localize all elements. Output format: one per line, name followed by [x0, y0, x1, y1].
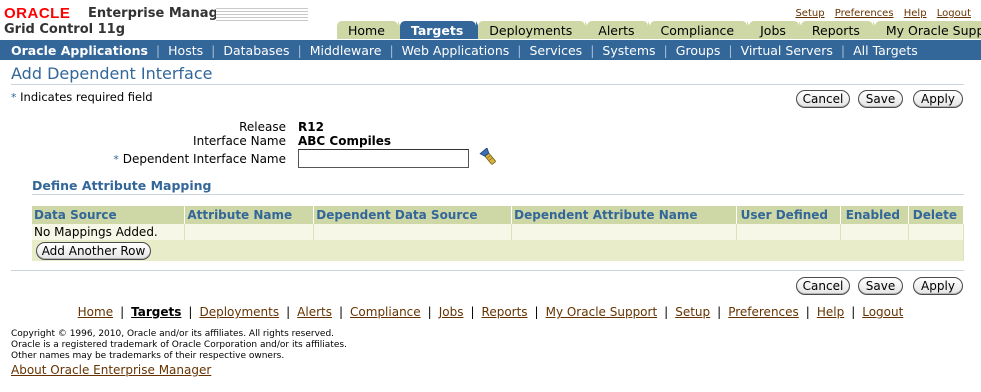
tab-reports[interactable]: Reports	[800, 21, 881, 39]
table-row: No Mappings Added.	[32, 224, 965, 240]
col-dependent-attribute-name: Dependent Attribute Name	[511, 206, 737, 224]
release-value: R12	[298, 120, 324, 134]
footer-link-reports[interactable]: Reports	[482, 305, 528, 319]
title-divider	[11, 84, 964, 85]
footer-link-help[interactable]: Help	[817, 305, 844, 319]
footer-link-preferences[interactable]: Preferences	[728, 305, 799, 319]
required-note: * Indicates required field	[11, 90, 153, 104]
interface-name-value: ABC Compiles	[298, 134, 392, 148]
col-dependent-data-source: Dependent Data Source	[313, 206, 513, 224]
footer-links: Home | Targets | Deployments | Alerts | Complian…	[77, 305, 904, 319]
col-attribute-name: Attribute Name	[184, 206, 315, 224]
about-link[interactable]: About Oracle Enterprise Manager	[11, 363, 211, 377]
cancel-button-bottom[interactable]: Cancel	[796, 277, 850, 295]
subnav-databases[interactable]: Databases	[223, 43, 289, 58]
col-data-source: Data Source	[32, 206, 186, 224]
product-name: Enterprise Manager	[88, 6, 234, 21]
col-user-defined: User Defined	[736, 206, 841, 224]
subnav-hosts[interactable]: Hosts	[168, 43, 203, 58]
subnav-systems[interactable]: Systems	[602, 43, 655, 58]
global-link-logout[interactable]: Logout	[937, 8, 971, 19]
dependent-interface-name-input[interactable]	[298, 149, 469, 168]
footer-link-home[interactable]: Home	[78, 305, 113, 319]
interface-name-label: Interface Name	[193, 134, 286, 148]
trademark-line: Oracle is a registered trademark of Orac…	[11, 340, 347, 350]
footer-link-my-oracle-support[interactable]: My Oracle Support	[546, 305, 658, 319]
footer-link-targets[interactable]: Targets	[131, 305, 181, 319]
tab-compliance[interactable]: Compliance	[649, 21, 755, 39]
flashlight-search-icon[interactable]	[479, 147, 499, 168]
oracle-logo: ORACLE	[4, 5, 71, 22]
empty-message: No Mappings Added.	[32, 224, 186, 240]
save-button-top[interactable]: Save	[858, 90, 903, 108]
subnav-virtual-servers[interactable]: Virtual Servers	[741, 43, 833, 58]
bottom-divider	[11, 270, 964, 271]
footer-link-compliance[interactable]: Compliance	[350, 305, 421, 319]
required-star-icon: *	[113, 153, 119, 166]
table-footer-row: Add Another Row	[32, 240, 964, 261]
main-tabs: Home Targets Deployments Alerts Complian…	[337, 21, 981, 39]
tab-alerts[interactable]: Alerts	[587, 21, 656, 39]
apply-button-bottom[interactable]: Apply	[913, 277, 963, 295]
copyright-block: Copyright © 1996, 2010, Oracle and/or it…	[11, 329, 347, 362]
tab-deployments[interactable]: Deployments	[478, 21, 594, 39]
save-button-bottom[interactable]: Save	[858, 277, 903, 295]
brand-decoration	[216, 8, 308, 22]
subnav-middleware[interactable]: Middleware	[310, 43, 382, 58]
subnav-groups[interactable]: Groups	[676, 43, 721, 58]
footer-link-setup[interactable]: Setup	[675, 305, 710, 319]
global-link-help[interactable]: Help	[904, 8, 927, 19]
attribute-mapping-table: Data Source Attribute Name Dependent Dat…	[32, 206, 965, 261]
footer-link-jobs[interactable]: Jobs	[439, 305, 464, 319]
dependent-interface-label: * Dependent Interface Name	[100, 152, 286, 166]
required-star-icon: *	[11, 91, 17, 104]
subnav-oracle-applications[interactable]: Oracle Applications	[11, 43, 148, 58]
global-link-preferences[interactable]: Preferences	[835, 8, 894, 19]
table-header-row: Data Source Attribute Name Dependent Dat…	[32, 206, 965, 224]
add-another-row-button[interactable]: Add Another Row	[36, 241, 151, 260]
tab-jobs[interactable]: Jobs	[749, 21, 807, 39]
subnav-services[interactable]: Services	[529, 43, 582, 58]
global-link-setup[interactable]: Setup	[795, 8, 824, 19]
subnav-web-applications[interactable]: Web Applications	[402, 43, 510, 58]
tab-my-oracle-support[interactable]: My Oracle Support	[874, 21, 981, 39]
col-enabled: Enabled	[840, 206, 909, 224]
product-subtitle: Grid Control 11g	[4, 22, 126, 37]
section-divider	[32, 194, 964, 195]
cancel-button-top[interactable]: Cancel	[796, 90, 850, 108]
attribute-mapping-heading: Define Attribute Mapping	[32, 178, 212, 193]
dependent-interface-label-text: Dependent Interface Name	[122, 152, 286, 166]
subnav-all-targets[interactable]: All Targets	[853, 43, 918, 58]
footer-link-logout[interactable]: Logout	[862, 305, 903, 319]
footer-link-alerts[interactable]: Alerts	[297, 305, 332, 319]
footer-link-deployments[interactable]: Deployments	[199, 305, 279, 319]
tab-targets[interactable]: Targets	[399, 21, 485, 39]
tab-home[interactable]: Home	[337, 21, 406, 39]
apply-button-top[interactable]: Apply	[913, 90, 963, 108]
global-links: Setup Preferences Help Logout	[788, 8, 971, 19]
page-title: Add Dependent Interface	[11, 64, 213, 83]
subnav-bar: Oracle Applications | Hosts | Databases | M…	[0, 40, 981, 60]
required-note-text: Indicates required field	[20, 90, 153, 104]
col-delete: Delete	[908, 206, 965, 224]
copyright-line: Copyright © 1996, 2010, Oracle and/or it…	[11, 329, 335, 339]
release-label: Release	[239, 120, 286, 134]
trademark-other-line: Other names may be trademarks of their r…	[11, 351, 285, 361]
